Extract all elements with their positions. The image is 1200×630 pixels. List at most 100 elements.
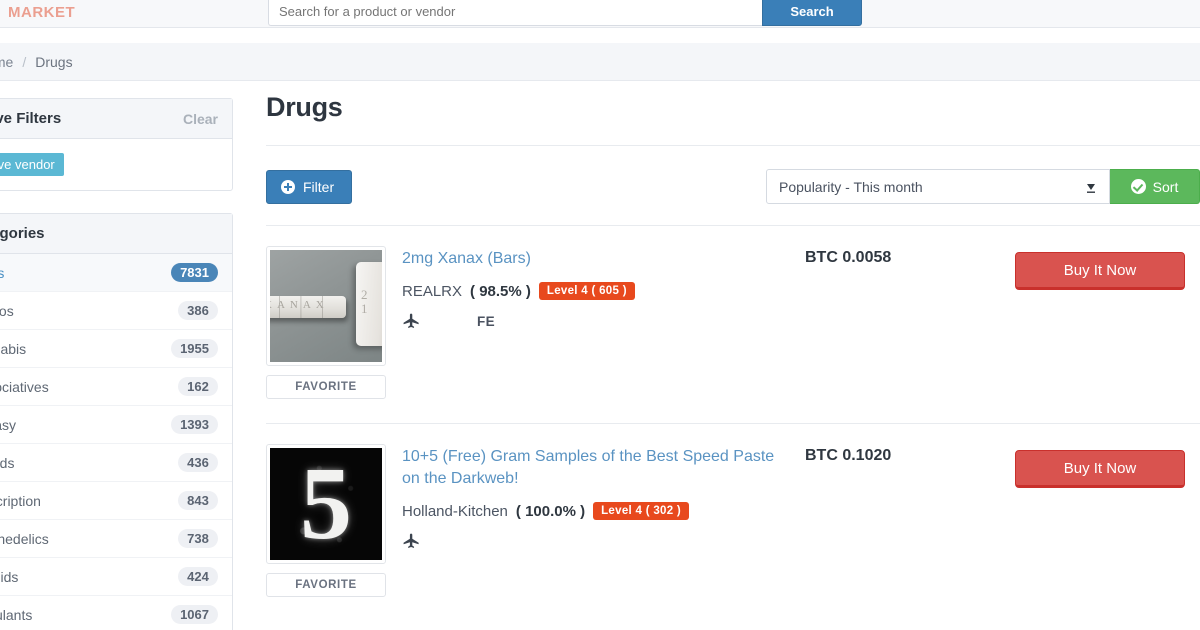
airplane-icon [402, 532, 421, 551]
plus-circle-icon [281, 180, 295, 194]
clear-filters-link[interactable]: Clear [183, 111, 218, 127]
sort-select[interactable]: Popularity - This month [766, 169, 1110, 204]
buy-it-now-button[interactable]: Buy It Now [1015, 252, 1185, 290]
category-label: Opioids [0, 454, 15, 471]
vendor-row: Holland-Kitchen ( 100.0% ) Level 4 ( 302… [402, 502, 805, 520]
vendor-name[interactable]: Holland-Kitchen [402, 503, 508, 520]
sidebar-item-cannabis[interactable]: Cannabis 1955 [0, 330, 232, 368]
breadcrumb-separator: / [22, 53, 27, 70]
sidebar-item-stimulants[interactable]: Stimulants 1067 [0, 596, 232, 630]
category-label: Benzos [0, 302, 14, 319]
product-meta-row: FE [402, 312, 805, 331]
sidebar: Active Filters Clear Active vendor Categ… [0, 98, 233, 630]
page-title: Drugs [266, 92, 343, 122]
finalize-early-tag: FE [477, 314, 496, 329]
category-label: Prescription [0, 492, 41, 509]
search-input[interactable] [268, 0, 762, 26]
category-count: 1067 [171, 605, 218, 624]
powder-grain-texture [270, 448, 382, 560]
vendor-rating: ( 100.0% ) [515, 502, 586, 520]
category-label: Stimulants [0, 606, 33, 623]
product-price-column: BTC 0.0058 [805, 246, 1015, 423]
category-label: Psychedelics [0, 530, 49, 547]
filter-button-label: Filter [303, 179, 335, 195]
product-list-item: 5 FAVORITE 10+5 (Free) Gram Samples of t… [266, 424, 1200, 622]
category-label: Cannabis [0, 340, 27, 357]
category-count: 424 [178, 567, 218, 586]
vendor-name[interactable]: REALRX [402, 283, 462, 300]
pill-bar-shape: XANAX [270, 296, 346, 318]
product-buy-column: Buy It Now [1015, 444, 1200, 622]
pill-engraving: XANAX [270, 299, 329, 311]
breadcrumb: Home / Drugs [0, 43, 1200, 81]
marketplace-page: MARKET Search Home / Drugs Active Filter… [0, 0, 1200, 630]
product-buy-column: Buy It Now [1015, 246, 1200, 423]
site-logo: MARKET [8, 4, 76, 21]
speed-paste-photo: 5 [270, 448, 382, 560]
category-label: Steroids [0, 568, 19, 585]
categories-panel: Categories Drugs 7831 Benzos 386 Cannabi… [0, 213, 233, 630]
sort-button[interactable]: Sort [1110, 169, 1200, 204]
breadcrumb-home[interactable]: Home [0, 54, 13, 70]
product-list-item: XANAX 21 FAVORITE 2mg Xanax (Bars) REALR… [266, 226, 1200, 424]
category-count: 843 [178, 491, 218, 510]
sidebar-item-benzos[interactable]: Benzos 386 [0, 292, 232, 330]
active-filters-header: Active Filters Clear [0, 99, 232, 139]
product-image[interactable]: XANAX 21 [266, 246, 386, 366]
search-button[interactable]: Search [762, 0, 862, 26]
favorite-button[interactable]: FAVORITE [266, 375, 386, 399]
product-price: BTC 0.0058 [805, 249, 892, 266]
vendor-rating: ( 98.5% ) [470, 282, 531, 300]
product-thumb-column: XANAX 21 FAVORITE [266, 246, 400, 423]
vendor-level-badge: Level 4 ( 605 ) [538, 282, 635, 300]
sort-controls: Popularity - This month Sort [766, 169, 1200, 204]
main-content: Drugs Filter Popularity - This month Sor… [266, 92, 1200, 622]
product-list: XANAX 21 FAVORITE 2mg Xanax (Bars) REALR… [266, 225, 1200, 622]
category-label: Dissociatives [0, 378, 49, 395]
product-thumb-column: 5 FAVORITE [266, 444, 400, 622]
vendor-row: REALRX ( 98.5% ) Level 4 ( 605 ) [402, 282, 805, 300]
category-count: 1393 [171, 415, 218, 434]
active-filters-panel: Active Filters Clear Active vendor [0, 98, 233, 191]
category-count: 436 [178, 453, 218, 472]
product-info: 10+5 (Free) Gram Samples of the Best Spe… [400, 444, 805, 622]
sidebar-item-ecstasy[interactable]: Ecstasy 1393 [0, 406, 232, 444]
category-list: Drugs 7831 Benzos 386 Cannabis 1955 Diss… [0, 254, 232, 630]
product-price: BTC 0.1020 [805, 447, 892, 464]
header-search: Search [268, 0, 862, 26]
vendor-level-badge: Level 4 ( 302 ) [593, 502, 690, 520]
listing-toolbar: Filter Popularity - This month Sort [266, 145, 1200, 225]
sort-button-label: Sort [1152, 178, 1179, 195]
categories-title: Categories [0, 225, 45, 242]
categories-header: Categories [0, 214, 232, 254]
buy-it-now-button[interactable]: Buy It Now [1015, 450, 1185, 488]
sidebar-item-steroids[interactable]: Steroids 424 [0, 558, 232, 596]
category-count: 162 [178, 377, 218, 396]
category-label: Ecstasy [0, 416, 17, 433]
product-price-column: BTC 0.1020 [805, 444, 1015, 622]
product-title-link[interactable]: 10+5 (Free) Gram Samples of the Best Spe… [402, 446, 782, 490]
active-filters-title: Active Filters [0, 110, 62, 127]
check-circle-icon [1130, 179, 1146, 194]
product-image[interactable]: 5 [266, 444, 386, 564]
category-label: Drugs [0, 264, 5, 281]
product-meta-row [402, 532, 805, 551]
sidebar-item-psychedelics[interactable]: Psychedelics 738 [0, 520, 232, 558]
site-header: MARKET Search [0, 0, 1200, 28]
pill-side-engraving: 21 [361, 287, 368, 316]
category-count: 386 [178, 301, 218, 320]
product-title-link[interactable]: 2mg Xanax (Bars) [402, 248, 782, 270]
sidebar-item-opioids[interactable]: Opioids 436 [0, 444, 232, 482]
filter-button[interactable]: Filter [266, 170, 353, 204]
category-count: 738 [178, 529, 218, 548]
active-filter-tag[interactable]: Active vendor [0, 153, 64, 176]
favorite-button[interactable]: FAVORITE [266, 573, 386, 597]
breadcrumb-current: Drugs [35, 53, 73, 70]
sidebar-item-drugs[interactable]: Drugs 7831 [0, 254, 232, 292]
airplane-icon [402, 312, 421, 331]
sidebar-item-dissociatives[interactable]: Dissociatives 162 [0, 368, 232, 406]
pill-side-shape: 21 [356, 262, 382, 346]
product-info: 2mg Xanax (Bars) REALRX ( 98.5% ) Level … [400, 246, 805, 423]
active-filters-body: Active vendor [0, 139, 232, 190]
sidebar-item-prescription[interactable]: Prescription 843 [0, 482, 232, 520]
